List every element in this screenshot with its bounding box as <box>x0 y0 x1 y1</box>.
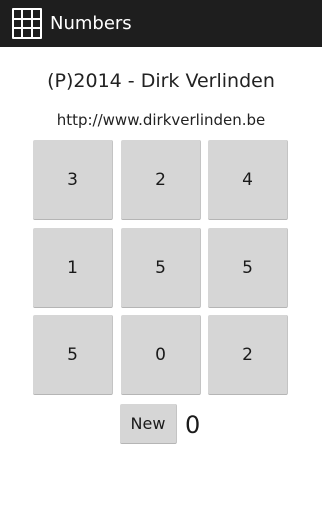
number-button-r2-c3[interactable]: 5 <box>208 228 288 308</box>
credit-text: (P)2014 - Dirk Verlinden <box>47 70 275 92</box>
icon-cell <box>14 19 22 28</box>
icon-cell <box>23 29 31 37</box>
number-button-r1-c1[interactable]: 3 <box>33 140 113 220</box>
icon-cell <box>14 10 22 18</box>
number-button-r1-c2[interactable]: 2 <box>121 140 201 220</box>
number-grid-icon[interactable] <box>12 8 42 39</box>
icon-cell <box>14 29 22 37</box>
icon-cell <box>23 19 31 28</box>
number-button-r1-c3[interactable]: 4 <box>208 140 288 220</box>
new-game-button[interactable]: New <box>120 404 177 444</box>
number-button-r3-c2[interactable]: 0 <box>121 315 201 395</box>
action-bar: Numbers <box>0 0 322 47</box>
number-button-r2-c1[interactable]: 1 <box>33 228 113 308</box>
number-button-r2-c2[interactable]: 5 <box>121 228 201 308</box>
website-link: http://www.dirkverlinden.be <box>56 111 266 129</box>
icon-cell <box>32 10 40 18</box>
number-button-r3-c1[interactable]: 5 <box>33 315 113 395</box>
score-display: 0 <box>185 411 201 439</box>
number-button-r3-c3[interactable]: 2 <box>208 315 288 395</box>
icon-cell <box>32 29 40 37</box>
app-screen: Numbers (P)2014 - Dirk Verlinden http://… <box>0 0 322 512</box>
icon-cell <box>23 10 31 18</box>
icon-cell <box>32 19 40 28</box>
app-title: Numbers <box>50 13 132 34</box>
